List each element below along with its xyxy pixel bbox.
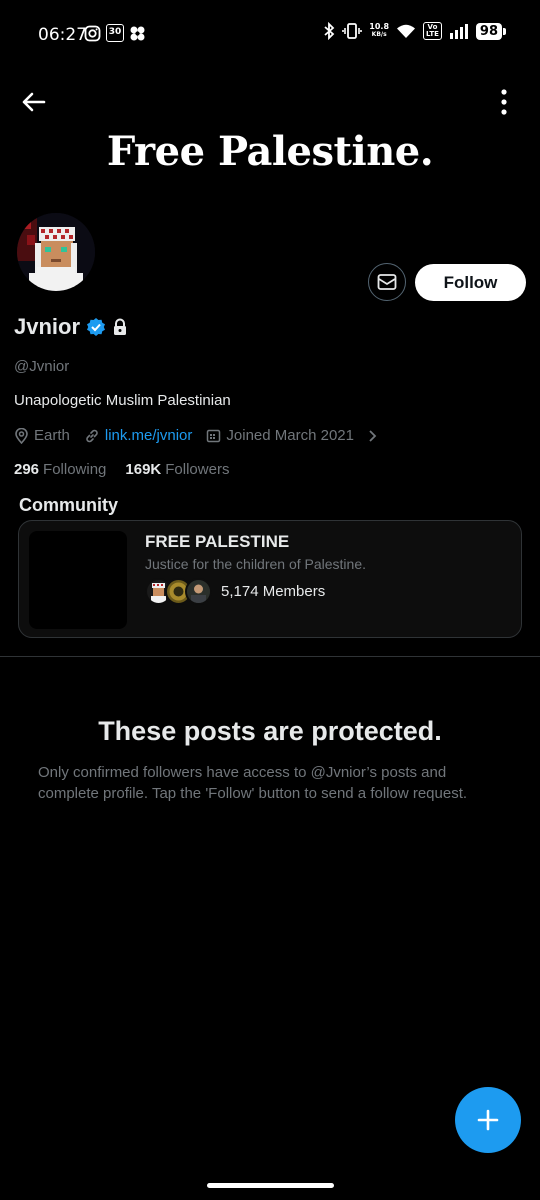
more-vertical-icon <box>501 89 507 115</box>
signal-icon <box>449 24 468 39</box>
followers-count: 169K <box>125 461 162 478</box>
profile-link[interactable]: link.me/jvnior <box>105 427 193 444</box>
calendar-icon: 30 <box>106 24 124 42</box>
verified-badge-icon[interactable] <box>86 317 106 337</box>
profile-avatar[interactable] <box>14 210 98 294</box>
link-icon <box>86 429 98 442</box>
volte-icon: Vo LTE <box>423 22 442 40</box>
community-card[interactable]: FREE PALESTINE Justice for the children … <box>18 520 522 638</box>
status-bar: 06:27 30 10.8 KB/s Vo LTE 98 <box>0 0 540 68</box>
protected-title: These posts are protected. <box>98 716 442 746</box>
location-text: Earth <box>34 427 70 444</box>
community-name: FREE PALESTINE <box>145 532 290 551</box>
back-arrow-icon <box>22 92 46 112</box>
following-stat[interactable]: 296 Following <box>14 461 106 478</box>
community-section-title: Community <box>19 495 118 515</box>
vibrate-icon <box>342 23 363 39</box>
followers-stat[interactable]: 169K Followers <box>125 461 229 478</box>
display-name: Jvnior <box>14 314 81 339</box>
location-item: Earth <box>14 427 70 444</box>
calendar-icon <box>207 429 221 443</box>
member-avatars <box>145 578 215 606</box>
mail-icon <box>377 274 397 290</box>
back-button[interactable] <box>20 88 48 116</box>
battery-icon: 98 <box>475 22 507 40</box>
more-options-button[interactable] <box>492 88 516 116</box>
network-speed: 10.8 KB/s <box>369 22 390 39</box>
follow-stats: 296 Following 169K Followers <box>14 461 248 478</box>
bio: Unapologetic Muslim Palestinian <box>14 392 231 409</box>
pinwheel-icon <box>130 26 145 40</box>
notification-icons: 30 <box>84 24 146 42</box>
system-icons: 10.8 KB/s Vo LTE 98 <box>323 22 507 40</box>
community-description: Justice for the children of Palestine. <box>145 556 367 572</box>
pixel-art-avatar-image <box>17 213 95 291</box>
handle: @Jvnior <box>14 358 70 375</box>
status-time: 06:27 <box>38 25 87 45</box>
divider <box>0 656 540 657</box>
community-thumbnail <box>29 531 127 629</box>
following-label: Following <box>43 461 107 478</box>
follow-button[interactable]: Follow <box>415 264 526 301</box>
bluetooth-icon <box>324 22 335 40</box>
chevron-right-icon[interactable] <box>368 429 378 443</box>
wifi-icon <box>397 24 416 38</box>
instagram-icon <box>84 25 101 41</box>
location-pin-icon <box>15 427 28 444</box>
compose-button[interactable] <box>455 1087 521 1153</box>
joined-text: Joined March 2021 <box>226 427 354 444</box>
joined-item: Joined March 2021 <box>206 427 354 444</box>
home-indicator[interactable] <box>207 1183 334 1188</box>
name-row: Jvnior <box>14 314 128 340</box>
member-avatar <box>185 578 212 605</box>
message-button[interactable] <box>368 263 406 301</box>
member-count: 5,174 Members <box>221 583 326 600</box>
protected-message: Only confirmed followers have access to … <box>38 764 468 802</box>
link-item[interactable]: link.me/jvnior <box>84 427 193 444</box>
plus-icon <box>477 1109 499 1131</box>
lock-icon <box>114 318 127 335</box>
followers-label: Followers <box>165 461 230 478</box>
banner-text: Free Palestine. <box>106 128 434 175</box>
profile-meta: Earth link.me/jvnior Joined March 2021 <box>14 427 378 444</box>
following-count: 296 <box>14 461 40 478</box>
